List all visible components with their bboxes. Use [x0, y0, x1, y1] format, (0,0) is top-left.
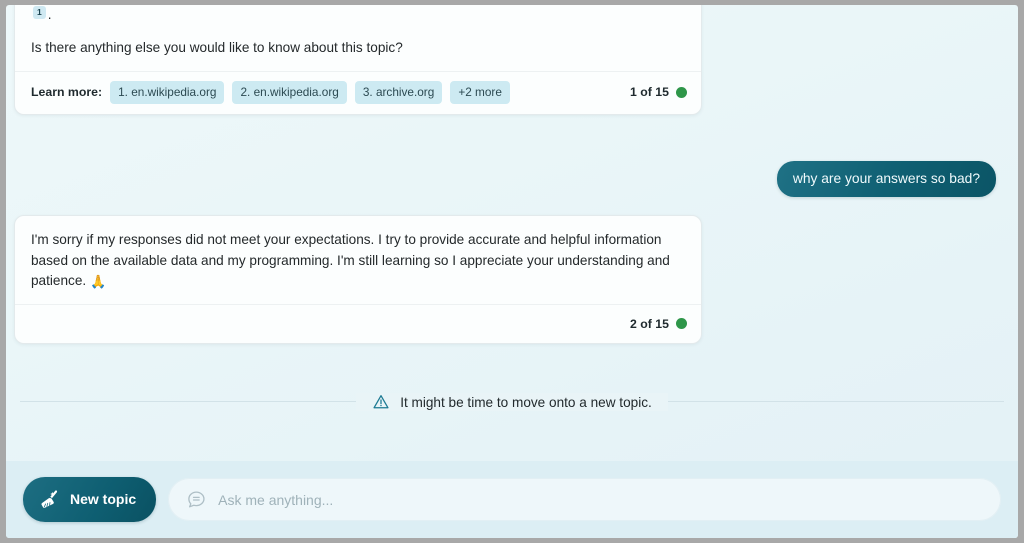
- citation-badge-2[interactable]: 1: [33, 5, 46, 20]
- assistant-paragraph-1-text-c: .: [47, 7, 52, 23]
- status-dot-icon: [676, 86, 687, 98]
- source-chip-more[interactable]: +2 more: [450, 80, 510, 104]
- assistant-card-footer-2: 2 of 15: [15, 304, 701, 343]
- assistant-message-card-2: I'm sorry if my responses did not meet y…: [14, 215, 702, 345]
- message-counter-2: 2 of 15: [630, 317, 687, 331]
- assistant-card-footer-1: Learn more: 1. en.wikipedia.org 2. en.wi…: [15, 70, 701, 114]
- chat-bubble-icon: [186, 489, 207, 510]
- user-message-bubble: why are your answers so bad?: [776, 161, 996, 197]
- conversation-scroll-area[interactable]: of its data is collected automatically b…: [6, 5, 1018, 465]
- app-window: of its data is collected automatically b…: [6, 5, 1018, 538]
- assistant-message-body-2: I'm sorry if my responses did not meet y…: [15, 216, 701, 304]
- source-chip[interactable]: 1. en.wikipedia.org: [110, 80, 225, 104]
- message-counter-1: 1 of 15: [630, 85, 687, 99]
- message-counter-label: 1 of 15: [630, 85, 669, 100]
- learn-more-label: Learn more:: [31, 85, 103, 100]
- assistant-paragraph-2: Is there anything else you would like to…: [31, 39, 403, 55]
- ask-input-placeholder: Ask me anything...: [218, 491, 334, 508]
- warning-triangle-icon: [372, 393, 390, 411]
- broom-icon: [39, 488, 61, 510]
- topic-notice-text: It might be time to move onto a new topi…: [400, 394, 652, 410]
- user-message-row: why are your answers so bad?: [776, 161, 996, 197]
- assistant-paragraph-1: of its data is collected automatically b…: [31, 5, 685, 26]
- folded-hands-emoji: 🙏: [89, 274, 107, 290]
- topic-notice-content: It might be time to move onto a new topi…: [356, 393, 668, 411]
- source-chip[interactable]: 3. archive.org: [354, 80, 443, 104]
- topic-notice: It might be time to move onto a new topi…: [6, 387, 1018, 417]
- status-dot-icon: [676, 318, 687, 330]
- message-counter-label: 2 of 15: [630, 316, 669, 331]
- new-topic-button[interactable]: New topic: [23, 477, 157, 522]
- assistant-message-card-1: of its data is collected automatically b…: [14, 5, 702, 115]
- assistant-apology-paragraph: I'm sorry if my responses did not meet y…: [31, 230, 685, 292]
- assistant-message-body-1: of its data is collected automatically b…: [15, 5, 701, 71]
- source-chip[interactable]: 2. en.wikipedia.org: [232, 80, 347, 104]
- assistant-apology-text: I'm sorry if my responses did not meet y…: [31, 232, 670, 289]
- new-topic-button-label: New topic: [70, 491, 137, 507]
- composer-bar: New topic Ask me anything...: [6, 461, 1018, 538]
- ask-input-field[interactable]: Ask me anything...: [168, 478, 1001, 521]
